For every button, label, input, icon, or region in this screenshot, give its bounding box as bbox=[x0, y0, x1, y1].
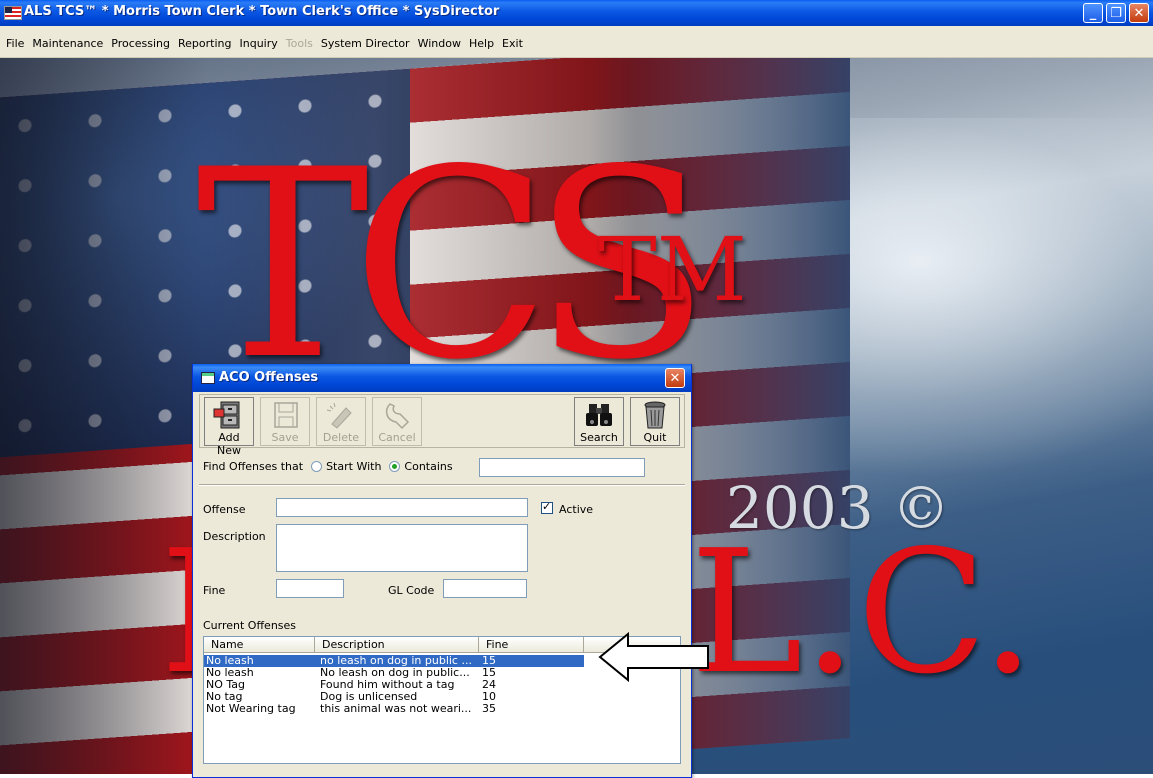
start-with-radio[interactable] bbox=[311, 461, 323, 472]
quit-label: Quit bbox=[643, 431, 667, 444]
close-button[interactable]: ✕ bbox=[1129, 3, 1149, 23]
menu-bar: File Maintenance Processing Reporting Inquir… bbox=[0, 26, 1153, 58]
cell-description: Dog is unlicensed bbox=[320, 691, 418, 703]
company-suffix-right: L.C. bbox=[690, 514, 1035, 712]
cell-name: Not Wearing tag bbox=[206, 703, 296, 715]
dialog-title-bar[interactable]: ACO Offenses ✕ bbox=[193, 364, 691, 392]
fine-input[interactable] bbox=[276, 579, 344, 598]
offense-label: Offense bbox=[203, 503, 246, 516]
current-offenses-label: Current Offenses bbox=[203, 619, 297, 632]
undo-cancel-icon bbox=[385, 403, 410, 430]
table-row[interactable]: No tag Dog is unlicensed 10 bbox=[204, 691, 584, 703]
cell-name: No leash bbox=[206, 667, 254, 679]
find-search-input[interactable] bbox=[479, 458, 645, 477]
description-label: Description bbox=[203, 530, 266, 543]
cell-fine: 24 bbox=[482, 679, 496, 691]
column-header-name[interactable]: Name bbox=[204, 637, 315, 653]
cell-description: this animal was not weari... bbox=[320, 703, 472, 715]
gl-code-input[interactable] bbox=[443, 579, 527, 598]
cell-fine: 35 bbox=[482, 703, 496, 715]
column-header-description[interactable]: Description bbox=[315, 637, 479, 653]
divider bbox=[199, 484, 685, 486]
active-label[interactable]: Active bbox=[559, 503, 593, 516]
restore-button[interactable]: ❐ bbox=[1106, 3, 1126, 23]
save-label: Save bbox=[271, 431, 299, 444]
table-row[interactable]: NO Tag Found him without a tag 24 bbox=[204, 679, 584, 691]
gl-code-label: GL Code bbox=[388, 584, 435, 597]
dialog-close-button[interactable]: ✕ bbox=[665, 368, 685, 388]
cell-description: no leash on dog in public ... bbox=[320, 655, 472, 667]
dialog-title: ACO Offenses bbox=[219, 370, 319, 385]
cell-name: No tag bbox=[206, 691, 243, 703]
delete-button: Delete bbox=[316, 397, 366, 446]
table-row[interactable]: Not Wearing tag this animal was not wear… bbox=[204, 703, 584, 715]
cancel-label: Cancel bbox=[378, 431, 416, 444]
minimize-button[interactable]: _ bbox=[1083, 3, 1103, 23]
menu-reporting[interactable]: Reporting bbox=[174, 26, 235, 50]
dialog-icon bbox=[201, 372, 215, 384]
add-new-label: Add New bbox=[217, 431, 241, 457]
menu-exit[interactable]: Exit bbox=[498, 26, 527, 50]
fine-label: Fine bbox=[203, 584, 226, 597]
offense-input[interactable] bbox=[276, 498, 528, 517]
contains-label[interactable]: Contains bbox=[404, 460, 452, 473]
active-checkbox[interactable] bbox=[541, 500, 553, 514]
find-offenses-row: Find Offenses that Start With Contains bbox=[203, 460, 453, 473]
search-label: Search bbox=[580, 431, 618, 444]
trash-can-icon bbox=[644, 401, 666, 429]
find-offenses-label: Find Offenses that bbox=[203, 460, 304, 473]
cell-name: NO Tag bbox=[206, 679, 246, 691]
app-title-bar[interactable]: ALS TCS™ * Morris Town Clerk * Town Cler… bbox=[0, 0, 1153, 26]
cell-fine: 10 bbox=[482, 691, 496, 703]
start-with-label[interactable]: Start With bbox=[326, 460, 381, 473]
cell-name: No leash bbox=[206, 655, 254, 667]
binoculars-icon bbox=[586, 404, 612, 426]
menu-file[interactable]: File bbox=[0, 26, 28, 50]
cancel-button: Cancel bbox=[372, 397, 422, 446]
quit-button[interactable]: Quit bbox=[630, 397, 680, 446]
flag-icon bbox=[4, 6, 22, 20]
menu-maintenance[interactable]: Maintenance bbox=[28, 26, 107, 50]
delete-label: Delete bbox=[322, 431, 360, 444]
app-title: ALS TCS™ * Morris Town Clerk * Town Cler… bbox=[24, 4, 500, 19]
aco-offenses-dialog: ACO Offenses ✕ Add New Save Delete Cance… bbox=[192, 364, 692, 778]
cell-fine: 15 bbox=[482, 655, 496, 667]
trademark-text: TM bbox=[598, 218, 747, 321]
save-button: Save bbox=[260, 397, 310, 446]
description-input[interactable] bbox=[276, 524, 528, 572]
cell-description: Found him without a tag bbox=[320, 679, 455, 691]
contains-radio[interactable] bbox=[389, 461, 401, 472]
menu-tools: Tools bbox=[285, 37, 313, 50]
menu-help[interactable]: Help bbox=[465, 26, 498, 50]
menu-system-director[interactable]: System Director bbox=[317, 26, 414, 50]
add-new-button[interactable]: Add New bbox=[204, 397, 254, 457]
menu-inquiry[interactable]: Inquiry bbox=[236, 26, 282, 50]
search-button[interactable]: Search bbox=[574, 397, 624, 446]
table-row[interactable]: No leash No leash on dog in public... 15 bbox=[204, 667, 584, 679]
menu-processing[interactable]: Processing bbox=[107, 26, 174, 50]
cell-fine: 15 bbox=[482, 667, 496, 679]
eraser-pencil-icon bbox=[326, 402, 352, 429]
dialog-toolbar: Add New Save Delete Cancel Search Quit bbox=[199, 394, 685, 457]
column-header-fine[interactable]: Fine bbox=[479, 637, 584, 653]
file-cabinet-add-icon bbox=[213, 401, 240, 429]
cell-description: No leash on dog in public... bbox=[320, 667, 470, 679]
callout-arrow-icon bbox=[598, 632, 709, 682]
table-row[interactable]: No leash no leash on dog in public ... 1… bbox=[204, 655, 584, 667]
floppy-disk-icon bbox=[274, 402, 298, 428]
menu-window[interactable]: Window bbox=[414, 26, 465, 50]
